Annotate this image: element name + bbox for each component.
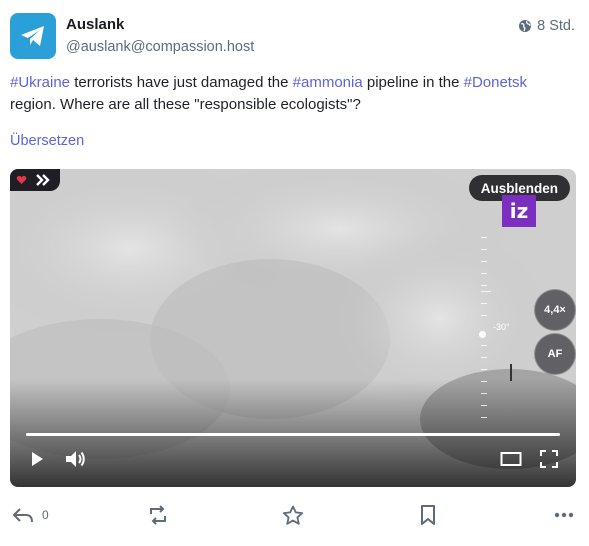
hashtag-ammonia[interactable]: #ammonia [293, 74, 363, 91]
avatar[interactable] [10, 13, 56, 59]
altitude-scale [479, 237, 491, 427]
telegram-plane-icon [21, 26, 44, 46]
hashtag-donetsk[interactable]: #Donetsk [464, 74, 527, 91]
fullscreen-icon [540, 450, 558, 468]
reply-count: 0 [42, 508, 49, 522]
content-text-3: region. Where are all these "responsible… [10, 96, 361, 113]
autofocus-indicator: AF [534, 333, 576, 375]
boost-button[interactable] [147, 500, 169, 530]
globe-icon [519, 20, 532, 32]
post-timestamp[interactable]: 8 Std. [518, 18, 575, 34]
video-progress-fill [26, 433, 560, 436]
bookmark-button[interactable] [419, 500, 437, 530]
theater-mode-icon [500, 452, 522, 466]
fullscreen-button[interactable] [538, 448, 560, 470]
hashtag-ukraine[interactable]: #Ukraine [10, 74, 70, 91]
more-button[interactable] [554, 500, 574, 530]
translate-button[interactable]: Übersetzen [10, 133, 84, 149]
live-badge [10, 169, 60, 191]
channel-logo: iz [502, 195, 536, 227]
display-name[interactable]: Auslank [66, 16, 124, 33]
volume-icon [66, 451, 85, 467]
bookmark-icon [421, 505, 435, 525]
heart-icon [16, 175, 27, 184]
content-text-1: terrorists have just damaged the [70, 74, 293, 91]
post-action-bar: 0 [0, 500, 589, 532]
scale-label: -30° [493, 322, 510, 332]
mute-button[interactable] [64, 448, 88, 470]
video-player[interactable]: Ausblenden iz -30° 4,4× AF [10, 169, 576, 487]
video-frame [10, 169, 576, 487]
play-icon [32, 452, 43, 466]
theater-mode-button[interactable] [499, 448, 523, 470]
timestamp-text: 8 Std. [537, 18, 575, 34]
star-icon [282, 505, 304, 525]
retweet-icon [150, 505, 166, 525]
ellipsis-icon [554, 512, 574, 518]
fast-forward-icon [36, 174, 50, 186]
reply-button[interactable]: 0 [12, 500, 49, 530]
favourite-button[interactable] [282, 500, 304, 530]
content-text-2: pipeline in the [362, 74, 464, 91]
zoom-indicator: 4,4× [534, 289, 576, 331]
video-progress-bar[interactable] [26, 433, 560, 436]
scale-marker [479, 331, 486, 338]
account-handle[interactable]: @auslank@compassion.host [66, 39, 254, 55]
play-button[interactable] [26, 448, 48, 470]
post-content: #Ukraine terrorists have just damaged th… [10, 72, 570, 116]
reply-icon [13, 508, 33, 523]
